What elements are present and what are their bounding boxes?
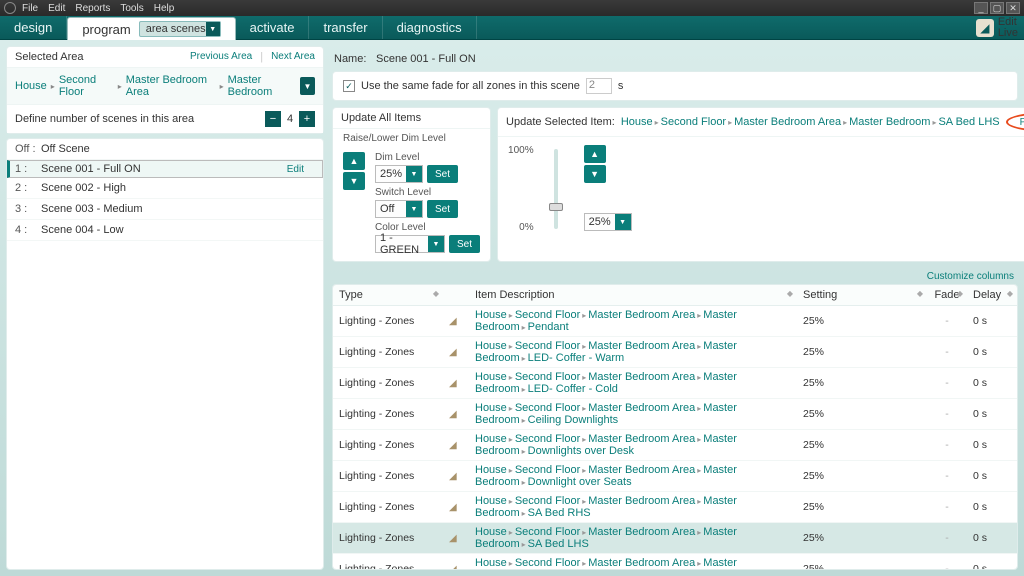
col-delay[interactable]: Delay◆: [967, 285, 1017, 306]
scene-row[interactable]: 2 :Scene 002 - High: [7, 178, 323, 199]
close-button[interactable]: ✕: [1006, 2, 1020, 14]
edit-scene-link[interactable]: Edit: [287, 164, 304, 175]
define-scenes-label: Define number of scenes in this area: [15, 113, 194, 125]
table-row[interactable]: Lighting - Zones ◢ House▸Second Floor▸Ma…: [333, 399, 1017, 430]
selected-level-select[interactable]: 25%▼: [584, 213, 632, 231]
scene-row[interactable]: Off :Off Scene: [7, 139, 323, 160]
zone-type-icon: ◢: [449, 409, 459, 420]
tab-activate[interactable]: activate: [236, 16, 310, 39]
update-selected-header: Update Selected Item:: [506, 116, 615, 128]
table-row[interactable]: Lighting - Zones ◢ House▸Second Floor▸Ma…: [333, 368, 1017, 399]
tab-transfer[interactable]: transfer: [309, 16, 382, 39]
chevron-down-icon[interactable]: ▼: [300, 77, 315, 95]
switch-level-label: Switch Level: [375, 187, 480, 198]
dim-level-select[interactable]: 25%▼: [375, 165, 423, 183]
color-level-select[interactable]: 1 - GREEN▼: [375, 235, 445, 253]
prev-next-highlight: Previous | Next: [1006, 112, 1024, 132]
scene-list: Off :Off Scene1 :Scene 001 - Full ONEdit…: [6, 138, 324, 570]
scene-row[interactable]: 3 :Scene 003 - Medium: [7, 199, 323, 220]
live-label: Live: [998, 28, 1018, 39]
zone-type-icon: ◢: [449, 378, 459, 389]
same-fade-label: Use the same fade for all zones in this …: [361, 80, 580, 92]
same-fade-input[interactable]: 2: [586, 78, 612, 94]
live-feed-icon: ◢: [976, 19, 994, 37]
slider-thumb-icon[interactable]: [549, 203, 563, 211]
previous-item-link[interactable]: Previous: [1020, 117, 1024, 128]
zone-type-icon: ◢: [449, 316, 459, 327]
same-fade-checkbox[interactable]: ✓: [343, 80, 355, 92]
lower-dim-button[interactable]: ▼: [343, 172, 365, 190]
scene-row[interactable]: 4 :Scene 004 - Low: [7, 220, 323, 241]
tab-design[interactable]: design: [0, 16, 67, 39]
switch-set-button[interactable]: Set: [427, 200, 458, 218]
menu-reports[interactable]: Reports: [75, 3, 110, 14]
zone-type-icon: ◢: [449, 440, 459, 451]
edit-label: Edit: [998, 17, 1018, 28]
color-set-button[interactable]: Set: [449, 235, 480, 253]
edit-live-pill[interactable]: ◢ Edit Live: [970, 16, 1024, 39]
seconds-label: s: [618, 80, 624, 92]
zone-type-icon: ◢: [449, 502, 459, 513]
raise-lower-label: Raise/Lower Dim Level: [333, 129, 490, 144]
slider-min-label: 0%: [519, 222, 533, 233]
zone-type-icon: ◢: [449, 564, 459, 570]
dim-level-label: Dim Level: [375, 152, 480, 163]
previous-area-link[interactable]: Previous Area: [190, 51, 252, 63]
table-row[interactable]: Lighting - Zones ◢ House▸Second Floor▸Ma…: [333, 523, 1017, 554]
scenes-count-value: 4: [281, 113, 299, 125]
main-tabs: designprogramarea scenes▼activatetransfe…: [0, 16, 1024, 40]
minimize-button[interactable]: _: [974, 2, 988, 14]
menu-edit[interactable]: Edit: [48, 3, 65, 14]
zones-table: Type◆ Item Description◆ Setting◆ Fade◆ D…: [333, 285, 1017, 570]
slider-max-label: 100%: [508, 145, 534, 156]
selected-lower-button[interactable]: ▼: [584, 165, 606, 183]
table-row[interactable]: Lighting - Zones ◢ House▸Second Floor▸Ma…: [333, 492, 1017, 523]
scene-name-value: Scene 001 - Full ON: [376, 53, 476, 65]
zone-type-icon: ◢: [449, 533, 459, 544]
selected-area-header: Selected Area: [15, 51, 84, 63]
menu-tools[interactable]: Tools: [120, 3, 143, 14]
selected-item-breadcrumb[interactable]: House▸Second Floor▸Master Bedroom Area▸M…: [621, 116, 1000, 128]
next-area-link[interactable]: Next Area: [271, 51, 315, 63]
name-label: Name:: [334, 53, 366, 65]
dim-set-button[interactable]: Set: [427, 165, 458, 183]
table-row[interactable]: Lighting - Zones ◢ House▸Second Floor▸Ma…: [333, 337, 1017, 368]
menu-file[interactable]: File: [22, 3, 38, 14]
switch-level-select[interactable]: Off▼: [375, 200, 423, 218]
col-description[interactable]: Item Description◆: [469, 285, 797, 306]
area-breadcrumb[interactable]: House▸Second Floor▸Master Bedroom Area▸M…: [7, 68, 323, 105]
update-all-header: Update All Items: [341, 112, 421, 124]
table-row[interactable]: Lighting - Zones ◢ House▸Second Floor▸Ma…: [333, 430, 1017, 461]
update-selected-panel: Update Selected Item: House▸Second Floor…: [497, 107, 1024, 262]
scene-row[interactable]: 1 :Scene 001 - Full ONEdit: [7, 160, 323, 178]
scenes-decrement-button[interactable]: −: [265, 111, 281, 127]
col-type[interactable]: Type◆: [333, 285, 443, 306]
system-menu-icon[interactable]: [4, 2, 16, 14]
customize-columns-link[interactable]: Customize columns: [927, 271, 1014, 282]
tab-diagnostics[interactable]: diagnostics: [383, 16, 477, 39]
col-setting[interactable]: Setting◆: [797, 285, 927, 306]
table-row[interactable]: Lighting - Zones ◢ House▸Second Floor▸Ma…: [333, 554, 1017, 571]
table-row[interactable]: Lighting - Zones ◢ House▸Second Floor▸Ma…: [333, 306, 1017, 337]
zone-type-icon: ◢: [449, 471, 459, 482]
tab-program[interactable]: programarea scenes▼: [67, 17, 235, 40]
table-row[interactable]: Lighting - Zones ◢ House▸Second Floor▸Ma…: [333, 461, 1017, 492]
update-all-panel: Update All Items Raise/Lower Dim Level ▲…: [332, 107, 491, 262]
raise-dim-button[interactable]: ▲: [343, 152, 365, 170]
maximize-button[interactable]: ▢: [990, 2, 1004, 14]
menu-help[interactable]: Help: [154, 3, 175, 14]
selected-raise-button[interactable]: ▲: [584, 145, 606, 163]
scenes-increment-button[interactable]: +: [299, 111, 315, 127]
zone-type-icon: ◢: [449, 347, 459, 358]
program-subselect[interactable]: area scenes▼: [139, 21, 221, 37]
level-slider[interactable]: 100% 0%: [508, 145, 568, 241]
window-titlebar: File Edit Reports Tools Help _ ▢ ✕: [0, 0, 1024, 16]
col-fade[interactable]: Fade◆: [927, 285, 967, 306]
